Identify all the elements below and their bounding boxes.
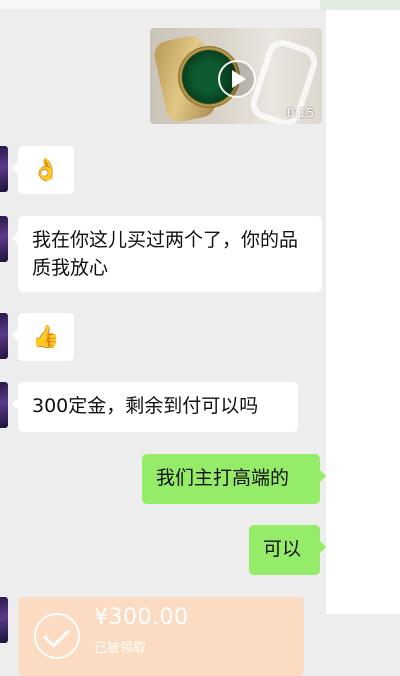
top-accent	[320, 0, 400, 10]
transfer-card[interactable]: ¥300.00 已被领取	[18, 597, 304, 676]
check-circle-icon	[34, 613, 80, 659]
transfer-status: 已被领取	[94, 641, 147, 656]
video-message[interactable]: 0:15	[150, 28, 322, 124]
video-duration: 0:15	[287, 106, 314, 120]
message-bubble-outgoing[interactable]: 我们主打高端的	[142, 454, 326, 504]
message-thumbsup-emoji[interactable]: 👍	[12, 313, 74, 361]
contact-avatar[interactable]	[0, 313, 8, 359]
message-bubble-incoming[interactable]: 300定金，剩余到付可以吗	[12, 382, 298, 432]
right-white-panel	[326, 10, 400, 614]
transfer-amount: ¥300.00	[94, 605, 189, 630]
contact-avatar[interactable]	[0, 597, 8, 643]
contact-avatar[interactable]	[0, 146, 8, 192]
contact-avatar[interactable]	[0, 382, 8, 428]
message-bubble-incoming[interactable]: 我在你这儿买过两个了，你的品质我放心	[12, 216, 322, 292]
play-icon[interactable]	[218, 60, 256, 98]
message-bubble-outgoing[interactable]: 可以	[249, 525, 326, 575]
message-ok-emoji[interactable]: 👌	[12, 146, 74, 194]
contact-avatar[interactable]	[0, 216, 8, 262]
